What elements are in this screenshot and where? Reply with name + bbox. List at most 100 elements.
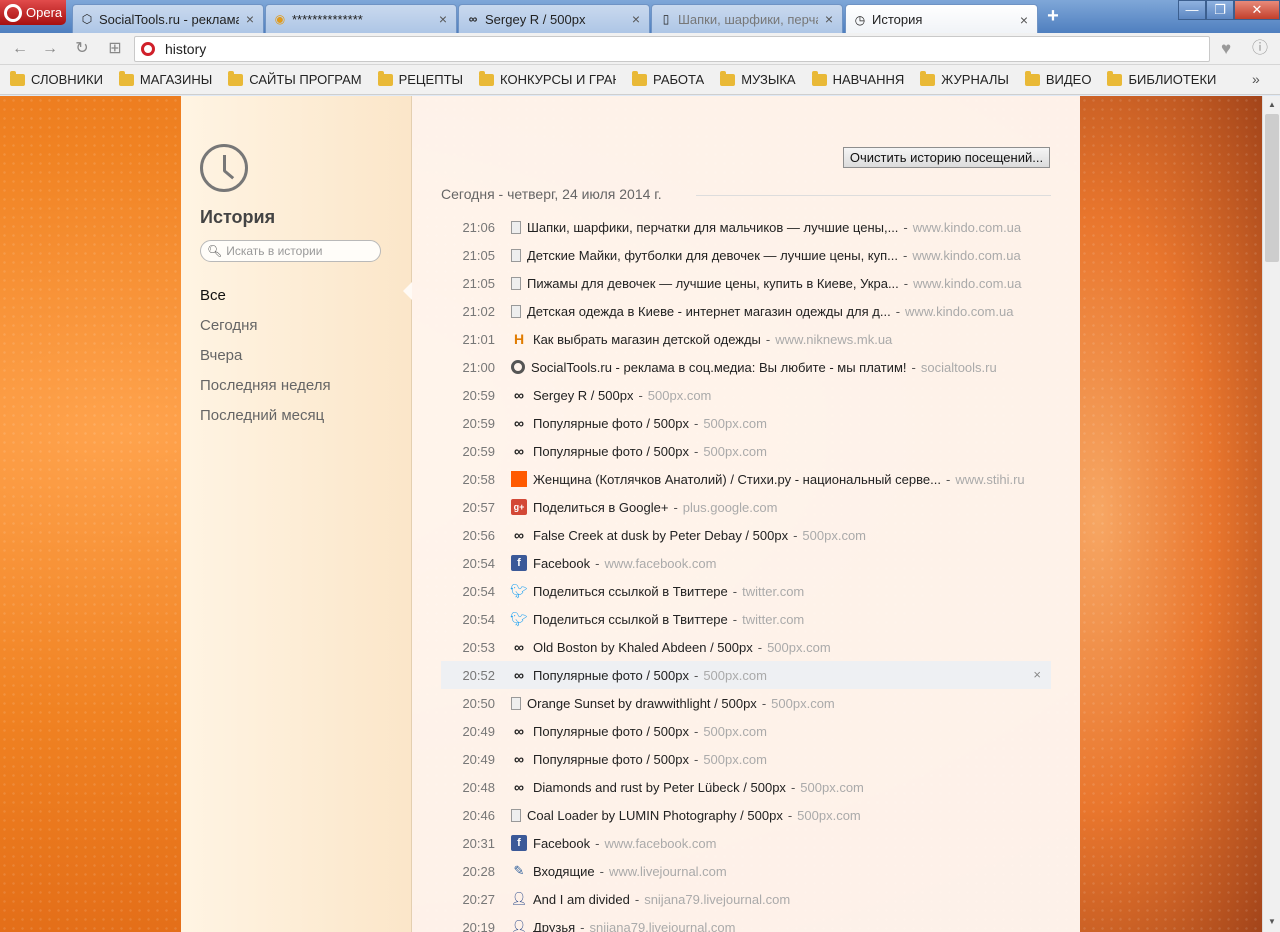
entry-domain-link[interactable]: www.kindo.com.ua [913,276,1021,291]
history-entry[interactable]: 20:31 f Facebook - www.facebook.com [441,829,1051,857]
history-entry[interactable]: 20:53 ∞ Old Boston by Khaled Abdeen / 500p… [441,633,1051,661]
entry-title-link[interactable]: Популярные фото / 500px [533,444,689,459]
scroll-down-icon[interactable]: ▼ [1264,914,1280,930]
entry-title-link[interactable]: Популярные фото / 500px [533,724,689,739]
entry-domain-link[interactable]: 500px.com [703,444,767,459]
entry-title-link[interactable]: False Creek at dusk by Peter Debay / 500… [533,528,788,543]
filter-last-week[interactable]: Последняя неделя [200,371,331,401]
maximize-button[interactable]: ❐ [1206,0,1234,20]
remove-entry-icon[interactable]: × [1033,667,1041,682]
search-input[interactable] [226,244,377,258]
tab-socialtools[interactable]: ⬡ SocialTools.ru - реклама в соц.медиа × [72,4,264,33]
tab-close-icon[interactable]: × [822,11,836,27]
entry-domain-link[interactable]: www.facebook.com [604,836,716,851]
address-text[interactable]: history [165,41,206,57]
entry-title-link[interactable]: Друзья [533,920,575,932]
entry-domain-link[interactable]: www.stihi.ru [955,472,1024,487]
history-entry[interactable]: 20:56 ∞ False Creek at dusk by Peter Debay… [441,521,1051,549]
entry-domain-link[interactable]: snijana79.livejournal.com [590,920,736,932]
tab-500px[interactable]: ∞ Sergey R / 500px × [458,4,650,33]
bookmark-folder[interactable]: МАГАЗИНЫ [118,70,212,87]
filter-last-month[interactable]: Последний месяц [200,401,331,431]
entry-title-link[interactable]: Детские Майки, футболки для девочек — лу… [527,248,898,263]
history-entry[interactable]: 20:59 ∞ Популярные фото / 500px -500px.com [441,409,1051,437]
entry-title-link[interactable]: Популярные фото / 500px [533,416,689,431]
entry-title-link[interactable]: Как выбрать магазин детской одежды [533,332,761,347]
history-entry[interactable]: 20:54 🐦︎ Поделиться ссылкой в Твиттере - twi… [441,605,1051,633]
filter-yesterday[interactable]: Вчера [200,341,331,371]
history-entry[interactable]: 21:01 H Как выбрать магазин детской одежды… [441,325,1051,353]
entry-title-link[interactable]: Популярные фото / 500px [533,668,689,683]
bookmark-folder[interactable]: РЕЦЕПТЫ [377,70,463,87]
entry-domain-link[interactable]: 500px.com [802,528,866,543]
forward-icon[interactable]: → [38,37,62,61]
new-tab-button[interactable]: + [1042,6,1064,28]
bookmark-folder[interactable]: МУЗЫКА [720,70,796,87]
entry-title-link[interactable]: Sergey R / 500px [533,388,633,403]
bookmark-folder[interactable]: САЙТЫ ПРОГРАМ [228,70,362,87]
entry-domain-link[interactable]: www.livejournal.com [609,864,727,879]
bookmark-folder[interactable]: СЛОВНИКИ [10,70,103,87]
bookmark-folder[interactable]: КОНКУРСЫ И ГРАНТ [479,70,616,87]
entry-domain-link[interactable]: 500px.com [767,640,831,655]
history-entry[interactable]: 20:49 ∞ Популярные фото / 500px -500px.com [441,745,1051,773]
history-entry[interactable]: 20:52 ∞ Популярные фото / 500px -500px.com × [441,661,1051,689]
entry-title-link[interactable]: Детская одежда в Киеве - интернет магази… [527,304,891,319]
history-entry[interactable]: 20:50 Orange Sunset by drawwithlight / 50… [441,689,1051,717]
history-entry[interactable]: 20:57 g+ Поделиться в Google+ - plus.google.… [441,493,1051,521]
back-icon[interactable]: ← [8,37,32,61]
reload-icon[interactable]: ↻ [70,37,94,61]
entry-title-link[interactable]: Coal Loader by LUMIN Photography / 500px [527,808,783,823]
entry-domain-link[interactable]: www.kindo.com.ua [913,220,1021,235]
entry-domain-link[interactable]: 500px.com [703,724,767,739]
entry-title-link[interactable]: Женщина (Котлячков Анатолий) / Стихи.ру … [533,472,941,487]
opera-menu-button[interactable]: Opera [0,0,66,25]
filter-today[interactable]: Сегодня [200,311,331,341]
entry-title-link[interactable]: Шапки, шарфики, перчатки для мальчиков —… [527,220,898,235]
entry-title-link[interactable]: Old Boston by Khaled Abdeen / 500px [533,640,753,655]
entry-domain-link[interactable]: www.facebook.com [604,556,716,571]
entry-title-link[interactable]: Поделиться ссылкой в Твиттере [533,612,728,627]
history-entry[interactable]: 20:28 ✎ Входящие - www.livejournal.com [441,857,1051,885]
tab-close-icon[interactable]: × [436,11,450,27]
tab-close-icon[interactable]: × [629,11,643,27]
entry-domain-link[interactable]: 500px.com [703,668,767,683]
entry-domain-link[interactable]: twitter.com [742,584,804,599]
scroll-up-icon[interactable]: ▲ [1264,97,1280,113]
bookmark-folder[interactable]: БИБЛИОТЕКИ [1107,70,1216,87]
entry-title-link[interactable]: Facebook [533,556,590,571]
history-entry[interactable]: 21:00 SocialTools.ru - реклама в соц.меди… [441,353,1051,381]
bookmark-heart-icon[interactable]: ♥ [1214,37,1238,61]
history-entry[interactable]: 21:05 Пижамы для девочек — лучшие цены, к… [441,269,1051,297]
tab-hidden[interactable]: ◉ ************** × [265,4,457,33]
bookmark-folder[interactable]: ЖУРНАЛЫ [920,70,1009,87]
entry-domain-link[interactable]: 500px.com [648,388,712,403]
entry-domain-link[interactable]: 500px.com [771,696,835,711]
bookmark-folder[interactable]: РАБОТА [632,70,704,87]
history-entry[interactable]: 20:54 f Facebook - www.facebook.com [441,549,1051,577]
entry-domain-link[interactable]: 500px.com [800,780,864,795]
history-entry[interactable]: 20:19 👤︎ Друзья - snijana79.livejournal.com [441,913,1051,932]
entry-domain-link[interactable]: twitter.com [742,612,804,627]
history-entry[interactable]: 20:48 ∞ Diamonds and rust by Peter Lübeck … [441,773,1051,801]
entry-title-link[interactable]: Orange Sunset by drawwithlight / 500px [527,696,757,711]
tab-close-icon[interactable]: × [1017,12,1031,28]
bookmark-folder[interactable]: НАВЧАННЯ [811,70,904,87]
scrollbar-thumb[interactable] [1265,114,1279,262]
entry-title-link[interactable]: SocialTools.ru - реклама в соц.медиа: Вы… [531,360,907,375]
speed-dial-grid-icon[interactable]: ⊞ [103,37,127,61]
clear-history-button[interactable]: Очистить историю посещений... [843,147,1050,168]
close-window-button[interactable]: ✕ [1234,0,1280,20]
history-entry[interactable]: 20:59 ∞ Sergey R / 500px -500px.com [441,381,1051,409]
history-entry[interactable]: 20:58 Женщина (Котлячков Анатолий) / Стих… [441,465,1051,493]
filter-all[interactable]: Все [200,281,331,311]
history-entry[interactable]: 20:27 👤︎ And I am divided - snijana79.livejo… [441,885,1051,913]
extension-icon[interactable]: ⓘ [1248,37,1272,61]
entry-domain-link[interactable]: 500px.com [703,752,767,767]
address-bar[interactable]: history [134,36,1210,62]
bookmark-folder[interactable]: ВИДЕО [1024,70,1091,87]
entry-domain-link[interactable]: 500px.com [797,808,861,823]
tab-history[interactable]: ◷ История × [845,4,1038,34]
history-search[interactable]: 🔍︎ [200,240,381,262]
entry-title-link[interactable]: Facebook [533,836,590,851]
